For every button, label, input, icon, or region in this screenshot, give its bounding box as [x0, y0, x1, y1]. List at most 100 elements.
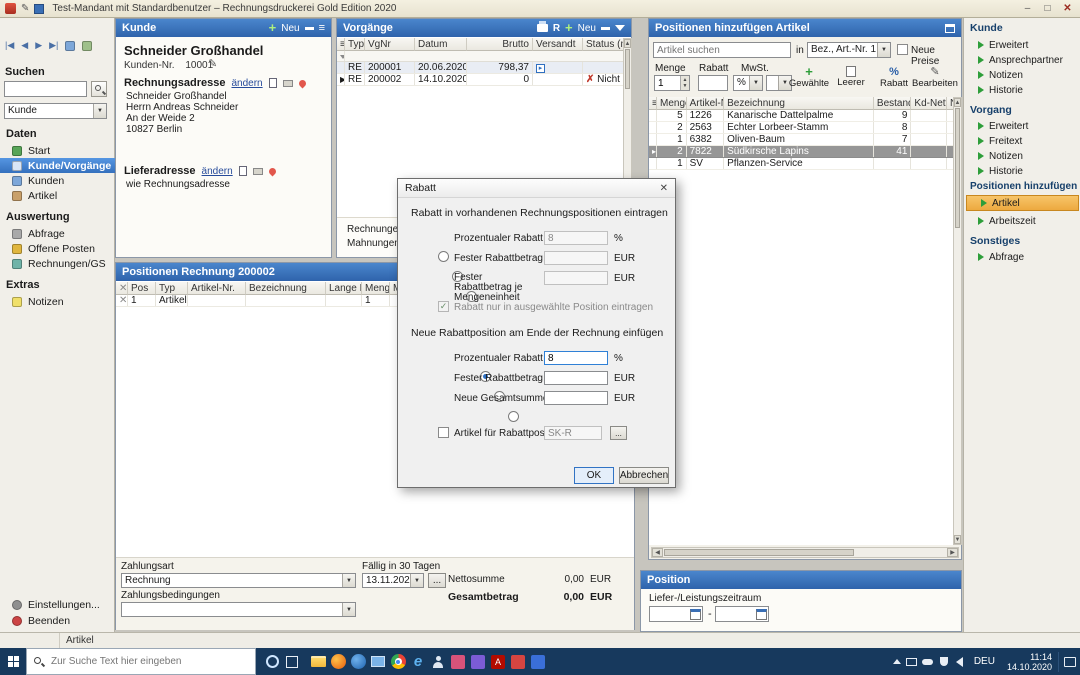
column-header[interactable]: Artikel-Nr. — [687, 97, 725, 110]
sidebar-item-beenden[interactable]: Beenden — [0, 613, 115, 628]
app-pink-icon[interactable] — [448, 652, 468, 672]
sidebar-search-input[interactable] — [4, 81, 87, 97]
detach-window-icon[interactable] — [945, 24, 955, 33]
column-header[interactable]: Kd-Netto — [911, 97, 947, 110]
column-header[interactable]: Bezeichnung — [724, 97, 874, 110]
sidebar-item-notizen[interactable]: Notizen — [0, 294, 115, 309]
maximize-button[interactable]: □ — [1040, 3, 1055, 14]
billing-change-link[interactable]: ändern — [231, 78, 262, 89]
filter-icon[interactable] — [615, 25, 625, 31]
clock[interactable]: 11:14 14.10.2020 — [1007, 652, 1052, 672]
sidebar-item-start[interactable]: Start — [0, 143, 115, 158]
column-header[interactable]: Pos — [128, 282, 156, 295]
rechnung-icon[interactable]: R — [553, 23, 560, 34]
zahlungsbedingungen-select[interactable]: ▼ — [121, 602, 356, 617]
app-blue-icon[interactable] — [528, 652, 548, 672]
notification-center-icon[interactable] — [1058, 652, 1080, 672]
rs-item-erweitert[interactable]: Erweitert — [964, 38, 1080, 52]
scroll-up-icon[interactable]: ▲ — [624, 39, 631, 48]
tray-onedrive-icon[interactable] — [920, 652, 936, 672]
artikel-hscrollbar[interactable]: ◀ ▶ — [651, 547, 959, 558]
neu-button[interactable]: Neu — [281, 23, 299, 34]
table-row[interactable]: RE 200001 20.06.2020 798,37 ▸ — [337, 62, 623, 74]
cortana-icon[interactable] — [262, 652, 282, 672]
sidebar-item-offene-posten[interactable]: Offene Posten — [0, 241, 115, 256]
internet-explorer-icon[interactable]: e — [408, 652, 428, 672]
table-header-row[interactable]: ≡ Typ VgNr Datum Brutto Versandt Status … — [337, 38, 623, 51]
zeitraum-to-field[interactable] — [715, 606, 769, 622]
artikel-rabatt-checkbox[interactable] — [438, 427, 449, 438]
radio-prozentual-existing[interactable] — [438, 251, 449, 262]
column-header[interactable]: Typ — [345, 38, 365, 51]
close-icon[interactable]: ✕ — [660, 183, 668, 194]
column-header[interactable]: Versandt — [533, 38, 583, 51]
existing-amount-input[interactable] — [544, 251, 608, 265]
taskbar-search[interactable] — [26, 648, 256, 675]
tray-volume-icon[interactable] — [952, 652, 968, 672]
edit-icon[interactable]: ✎ — [21, 3, 29, 14]
zeitraum-to-input[interactable] — [716, 608, 756, 621]
column-header[interactable]: Lange B — [326, 282, 362, 295]
neue-preise-checkbox[interactable] — [897, 44, 908, 55]
nav-prev-icon[interactable]: ◀ — [21, 40, 28, 51]
map-pin-icon[interactable] — [267, 166, 277, 176]
table-row[interactable]: 1 SV Pflanzen-Service — [649, 158, 953, 170]
artikel-browse-button[interactable]: ... — [610, 426, 627, 440]
only-selected-checkbox[interactable]: ✓ — [438, 301, 449, 312]
copy-address-icon[interactable] — [239, 166, 247, 176]
stepper-arrows[interactable]: ▲▼ — [680, 76, 689, 90]
delete-row-icon[interactable]: ✕ — [116, 295, 128, 306]
column-header[interactable]: Bezeichnung — [246, 282, 326, 295]
ok-button[interactable]: OK — [574, 467, 614, 484]
tray-chevron-up-icon[interactable] — [890, 652, 904, 672]
tray-shield-icon[interactable] — [936, 652, 952, 672]
task-view-icon[interactable] — [282, 652, 302, 672]
rs-item-notizen[interactable]: Notizen — [964, 149, 1080, 163]
print-icon[interactable] — [537, 24, 548, 32]
firefox-icon[interactable] — [328, 652, 348, 672]
table-row-selected[interactable]: ▸ 2 7822 Südkirsche Lapins 41 — [649, 146, 953, 158]
app-red-icon[interactable] — [508, 652, 528, 672]
filter-row[interactable] — [337, 51, 623, 62]
column-header[interactable]: Artikel-Nr. — [188, 282, 246, 295]
collapse-icon[interactable] — [601, 27, 610, 30]
new-icon[interactable]: + — [269, 23, 277, 33]
customer-icon[interactable] — [65, 41, 75, 51]
close-button[interactable]: ✕ — [1060, 3, 1075, 14]
table-row[interactable]: ▶ RE 200002 14.10.2020 0 ✗ Nicht be... — [337, 74, 623, 86]
dialog-titlebar[interactable]: Rabatt ✕ — [398, 179, 675, 198]
rs-item-historie[interactable]: Historie — [964, 83, 1080, 97]
neu-button[interactable]: Neu — [578, 23, 596, 34]
cancel-button[interactable]: Abbrechen — [619, 467, 669, 484]
map-pin-icon[interactable] — [297, 78, 307, 88]
new-percent-input[interactable] — [544, 351, 608, 365]
collapse-icon[interactable] — [305, 27, 314, 30]
calendar-icon[interactable] — [756, 609, 767, 620]
faellig-date-select[interactable]: 13.11.2020 ▼ — [362, 573, 424, 588]
table-row[interactable]: 5 1226 Kanarische Dattelpalme 9 — [649, 110, 953, 122]
language-indicator[interactable]: DEU — [974, 656, 995, 667]
column-header[interactable]: Menge — [362, 282, 390, 295]
nav-first-icon[interactable]: |◀ — [5, 40, 14, 51]
sidebar-item-einstellungen[interactable]: Einstellungen... — [0, 597, 115, 612]
scrollbar-thumb[interactable] — [664, 549, 854, 556]
print-address-icon[interactable] — [253, 168, 263, 175]
search-scope-select[interactable]: Bez., Art.-Nr. 1 & 2 ▼ — [807, 42, 891, 58]
new-icon[interactable]: + — [565, 23, 573, 33]
column-header[interactable]: Bestand — [874, 97, 912, 110]
customer-add-icon[interactable] — [82, 41, 92, 51]
file-explorer-icon[interactable] — [308, 652, 328, 672]
contacts-icon[interactable] — [428, 652, 448, 672]
save-icon[interactable] — [34, 4, 44, 14]
thunderbird-icon[interactable] — [348, 652, 368, 672]
menge-stepper[interactable]: ▲▼ — [654, 75, 690, 91]
rs-item-arbeitszeit[interactable]: Arbeitszeit — [964, 214, 1080, 228]
faellig-more-button[interactable]: ... — [428, 573, 446, 588]
scrollbar-thumb[interactable] — [955, 108, 960, 228]
search-icon[interactable] — [91, 81, 107, 97]
start-button[interactable] — [0, 648, 26, 675]
tray-monitor-icon[interactable] — [904, 652, 920, 672]
sidebar-item-kunde-vorgaenge[interactable]: Kunde/Vorgänge — [0, 158, 115, 173]
app-purple-icon[interactable] — [468, 652, 488, 672]
artikel-vscrollbar[interactable]: ▲ ▼ — [953, 97, 962, 545]
